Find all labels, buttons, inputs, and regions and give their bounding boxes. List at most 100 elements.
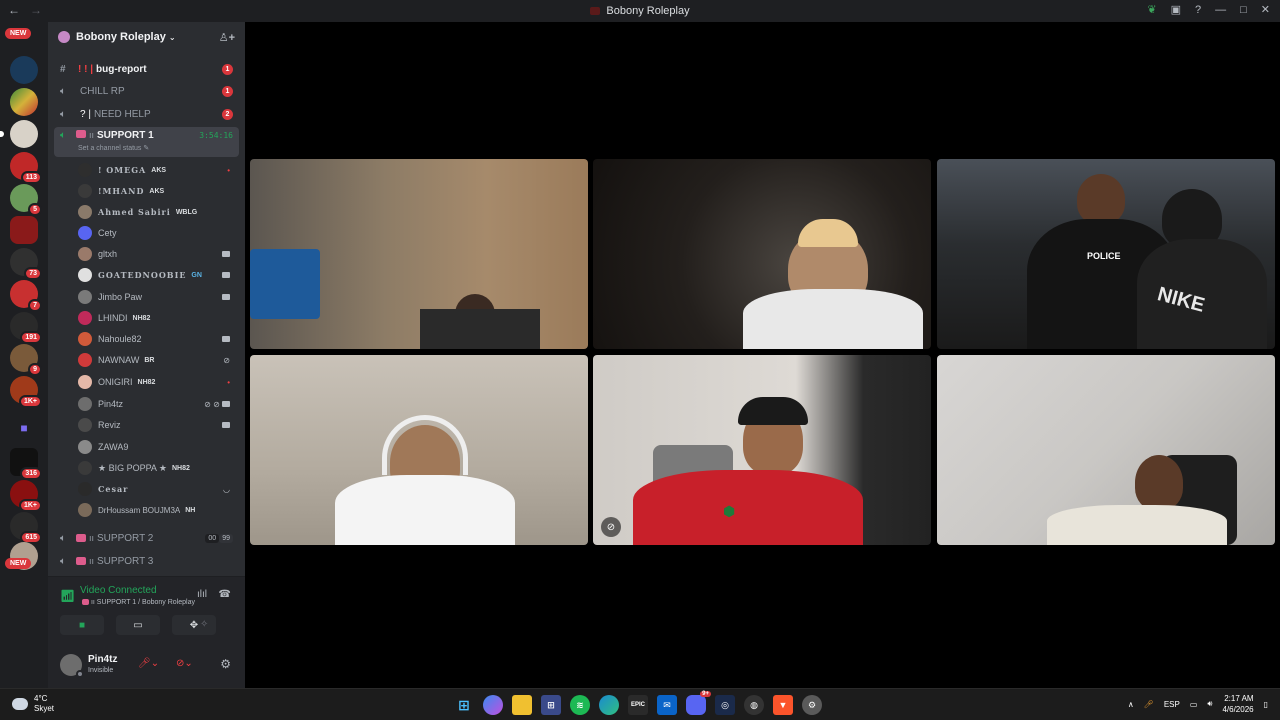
back-arrow-icon[interactable]: ← [8, 3, 20, 17]
server-icon[interactable] [0, 120, 38, 148]
video-tile[interactable] [250, 159, 588, 349]
folder-icon[interactable]: ■ [10, 414, 38, 442]
notifications-icon[interactable]: ▯ [1264, 700, 1268, 709]
network-icon[interactable]: ▭ [1190, 700, 1198, 709]
channel-name: bug-report [96, 63, 147, 75]
mic-muted-icon[interactable]: 🎤︎⌄ [138, 658, 159, 669]
live-dot-icon: • [227, 377, 230, 387]
copilot-icon[interactable] [483, 695, 503, 715]
server-icon[interactable] [10, 88, 38, 116]
username[interactable]: Pin4tz [88, 654, 117, 665]
voice-member[interactable]: ★ BIG POPPA ★ NH82 [78, 458, 238, 478]
invite-people-icon[interactable]: ♙+ [219, 31, 235, 44]
noise-suppression-icon[interactable]: ılıl [197, 589, 207, 600]
nitro-leaf-icon[interactable]: ❦ [1147, 3, 1156, 16]
server-icon[interactable]: 316 [10, 448, 42, 480]
server-icon[interactable] [10, 56, 38, 84]
voice-member[interactable]: !MHAND AKS [78, 181, 238, 201]
channel-support-3[interactable]: 🔈︎ ıı SUPPORT 3 [54, 551, 239, 571]
epic-games-icon[interactable]: EPIC [628, 695, 648, 715]
settings-gear-icon[interactable]: ⚙ [220, 657, 231, 671]
avatar[interactable] [60, 654, 84, 678]
obs-icon[interactable]: ◍ [744, 695, 764, 715]
signal-icon[interactable]: 📶︎ [60, 589, 75, 603]
voice-member[interactable]: Cety [78, 223, 238, 243]
help-icon[interactable]: ? [1195, 4, 1201, 16]
discord-icon[interactable]: 9+ [686, 691, 711, 715]
server-icon[interactable]: 1K+ [10, 376, 42, 408]
maximize-button[interactable]: □ [1240, 4, 1247, 16]
voice-member[interactable]: Cesar ◡ [78, 479, 238, 499]
voice-member[interactable]: DrHoussam BOUJM3A NH [78, 500, 238, 520]
clock[interactable]: 2:17 AM 4/6/2026 [1222, 693, 1253, 715]
server-icon[interactable]: 191 [10, 312, 42, 344]
close-button[interactable]: ✕ [1261, 3, 1270, 16]
channel-support-2[interactable]: 🔈︎ ıı SUPPORT 2 00 99 [54, 528, 239, 548]
channel-support-1[interactable]: 🔈︎ ıı SUPPORT 1 3:54:16 Set a channel st… [54, 127, 239, 157]
voice-member[interactable]: ONIGIRI NH82 • [78, 372, 238, 392]
voice-member[interactable]: ! OMEGA AKS • [78, 160, 238, 180]
voice-member[interactable]: Jimbo Paw [78, 287, 238, 307]
voice-location[interactable]: ıı SUPPORT 1 / Bobony Roleplay [80, 599, 195, 606]
channel-chill-rp[interactable]: 🔈︎ CHILL RP 1 [54, 81, 239, 101]
edge-icon[interactable] [599, 695, 619, 715]
microphone-icon[interactable]: 🎤︎ [1144, 700, 1154, 709]
weather-widget[interactable]: 4°C Skyet [12, 694, 54, 714]
member-name: ★ BIG POPPA ★ [98, 462, 167, 473]
server-icon[interactable]: 5 [10, 184, 42, 216]
server-icon[interactable] [10, 216, 38, 244]
voice-member[interactable]: ZAWA9 [78, 437, 238, 457]
voice-member[interactable]: gltxh [78, 244, 238, 264]
spotify-icon[interactable]: ≋ [570, 695, 590, 715]
voice-member[interactable]: NAWNAW BR ⊘ [78, 350, 238, 370]
server-icon[interactable]: 1K+ [10, 480, 42, 512]
voice-connected-status[interactable]: Video Connected [80, 585, 157, 596]
inbox-icon[interactable]: ▣ [1171, 3, 1181, 16]
voice-member[interactable]: Pin4tz ⊘ ⊘ [78, 394, 238, 414]
voice-member[interactable]: Ahmed Sabiri WBLG [78, 202, 238, 222]
file-explorer-icon[interactable] [512, 695, 532, 715]
windows-start-icon[interactable]: ⊞ [454, 695, 474, 715]
voice-member[interactable]: LHINDI NH82 [78, 308, 238, 328]
server-icon[interactable]: 113 [10, 152, 42, 184]
brave-icon[interactable]: ▼ [773, 695, 793, 715]
voice-member[interactable]: GOATEDNOOBIE GN [78, 265, 238, 285]
video-tile[interactable] [937, 355, 1275, 545]
avatar [78, 163, 92, 177]
settings-icon[interactable]: ⚙ [802, 695, 822, 715]
language-indicator[interactable]: ESP [1164, 700, 1180, 709]
forward-arrow-icon[interactable]: → [30, 3, 42, 17]
steam-icon[interactable]: ◎ [715, 695, 735, 715]
tray-overflow-icon[interactable]: ∧ [1128, 700, 1134, 709]
store-icon[interactable]: ⊞ [541, 695, 561, 715]
volume-icon[interactable]: 🔊︎ [1207, 699, 1212, 709]
video-tile[interactable]: POLICE NIKE [937, 159, 1275, 349]
voice-member[interactable]: Reviz [78, 415, 238, 435]
channel-status-link[interactable]: Set a channel status ✎ [78, 144, 149, 152]
video-tile[interactable] [593, 159, 931, 349]
server-icon[interactable]: 615 [10, 512, 42, 544]
headphones-deafened-icon[interactable]: ⊘⌄ [176, 658, 193, 669]
unread-pill [0, 131, 4, 137]
server-icon[interactable]: 73 [10, 248, 42, 280]
server-icon[interactable]: 9 [10, 344, 42, 376]
activities-button[interactable]: ✥ [172, 615, 216, 635]
soundboard-icon[interactable]: ✧ [200, 619, 208, 630]
channel-name: CHILL RP [80, 85, 125, 97]
minimize-button[interactable]: — [1215, 4, 1226, 16]
channel-bug-report[interactable]: # ! ! | bug-report 1 [54, 59, 239, 79]
voice-member[interactable]: Nahoule82 [78, 329, 238, 349]
avatar [78, 205, 92, 219]
outlook-icon[interactable]: ✉ [657, 695, 677, 715]
screen-share-button[interactable]: ▭ [116, 615, 160, 635]
server-icon[interactable]: 7 [10, 280, 42, 312]
member-name: ZAWA9 [98, 442, 129, 452]
disconnect-icon[interactable]: ☎ [219, 589, 231, 600]
crest-icon: ⬢ [723, 503, 736, 519]
camera-button[interactable]: ■ [60, 615, 104, 635]
server-header[interactable]: Bobony Roleplay ⌄ ♙+ [48, 22, 245, 52]
camera-icon [222, 250, 230, 259]
video-tile[interactable]: ⬢ ⊘ [593, 355, 931, 545]
channel-need-help[interactable]: 🔈︎ ? | NEED HELP 2 [54, 104, 239, 124]
video-tile[interactable] [250, 355, 588, 545]
